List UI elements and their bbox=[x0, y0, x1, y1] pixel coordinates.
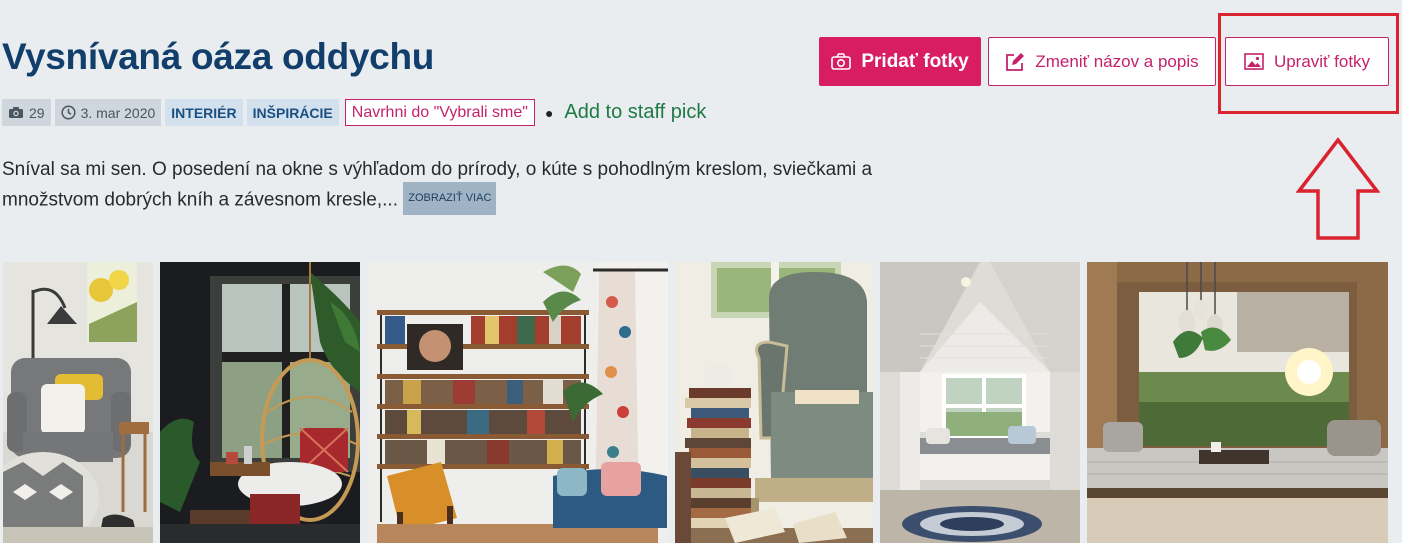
photo-thumbnail[interactable] bbox=[1087, 262, 1388, 543]
album-date: 3. mar 2020 bbox=[80, 104, 156, 121]
rename-label: Zmeniť názov a popis bbox=[1035, 51, 1199, 71]
album-meta: 29 3. mar 2020 INTERIÉR INŠPIRÁCIE Navrh… bbox=[2, 99, 706, 126]
edit-icon bbox=[1006, 52, 1025, 71]
rename-album-button[interactable]: Zmeniť názov a popis bbox=[988, 37, 1216, 86]
camera-icon bbox=[831, 53, 852, 70]
clock-icon bbox=[61, 105, 76, 120]
date-badge: 3. mar 2020 bbox=[54, 99, 162, 126]
photo-thumbnail[interactable] bbox=[3, 262, 153, 543]
add-photos-label: Pridať fotky bbox=[861, 50, 969, 72]
photo-thumbnail[interactable] bbox=[367, 262, 668, 543]
camera-icon bbox=[9, 107, 23, 118]
arrow-up-icon bbox=[1296, 137, 1380, 240]
photo-thumbnail[interactable] bbox=[675, 262, 873, 543]
tag-interier[interactable]: INTERIÉR bbox=[165, 99, 243, 126]
photo-thumbnail[interactable] bbox=[160, 262, 360, 543]
add-to-staff-pick-link[interactable]: Add to staff pick bbox=[564, 101, 706, 124]
suggest-vybrali-sme-button[interactable]: Navrhni do "Vybrali sme" bbox=[344, 99, 535, 126]
album-title: Vysnívaná oáza oddychu bbox=[2, 36, 435, 77]
add-photos-button[interactable]: Pridať fotky bbox=[819, 37, 981, 86]
tag-inspiracie[interactable]: INŠPIRÁCIE bbox=[246, 99, 339, 126]
photo-count-badge: 29 bbox=[2, 99, 51, 126]
highlight-box bbox=[1218, 13, 1399, 114]
separator-dot: ● bbox=[544, 104, 554, 121]
show-more-button[interactable]: ZOBRAZIŤ VIAC bbox=[403, 182, 497, 215]
photo-count: 29 bbox=[29, 104, 45, 121]
album-description: Sníval sa mi sen. O posedení na okne s v… bbox=[2, 155, 922, 217]
photo-thumbnail[interactable] bbox=[880, 262, 1080, 543]
